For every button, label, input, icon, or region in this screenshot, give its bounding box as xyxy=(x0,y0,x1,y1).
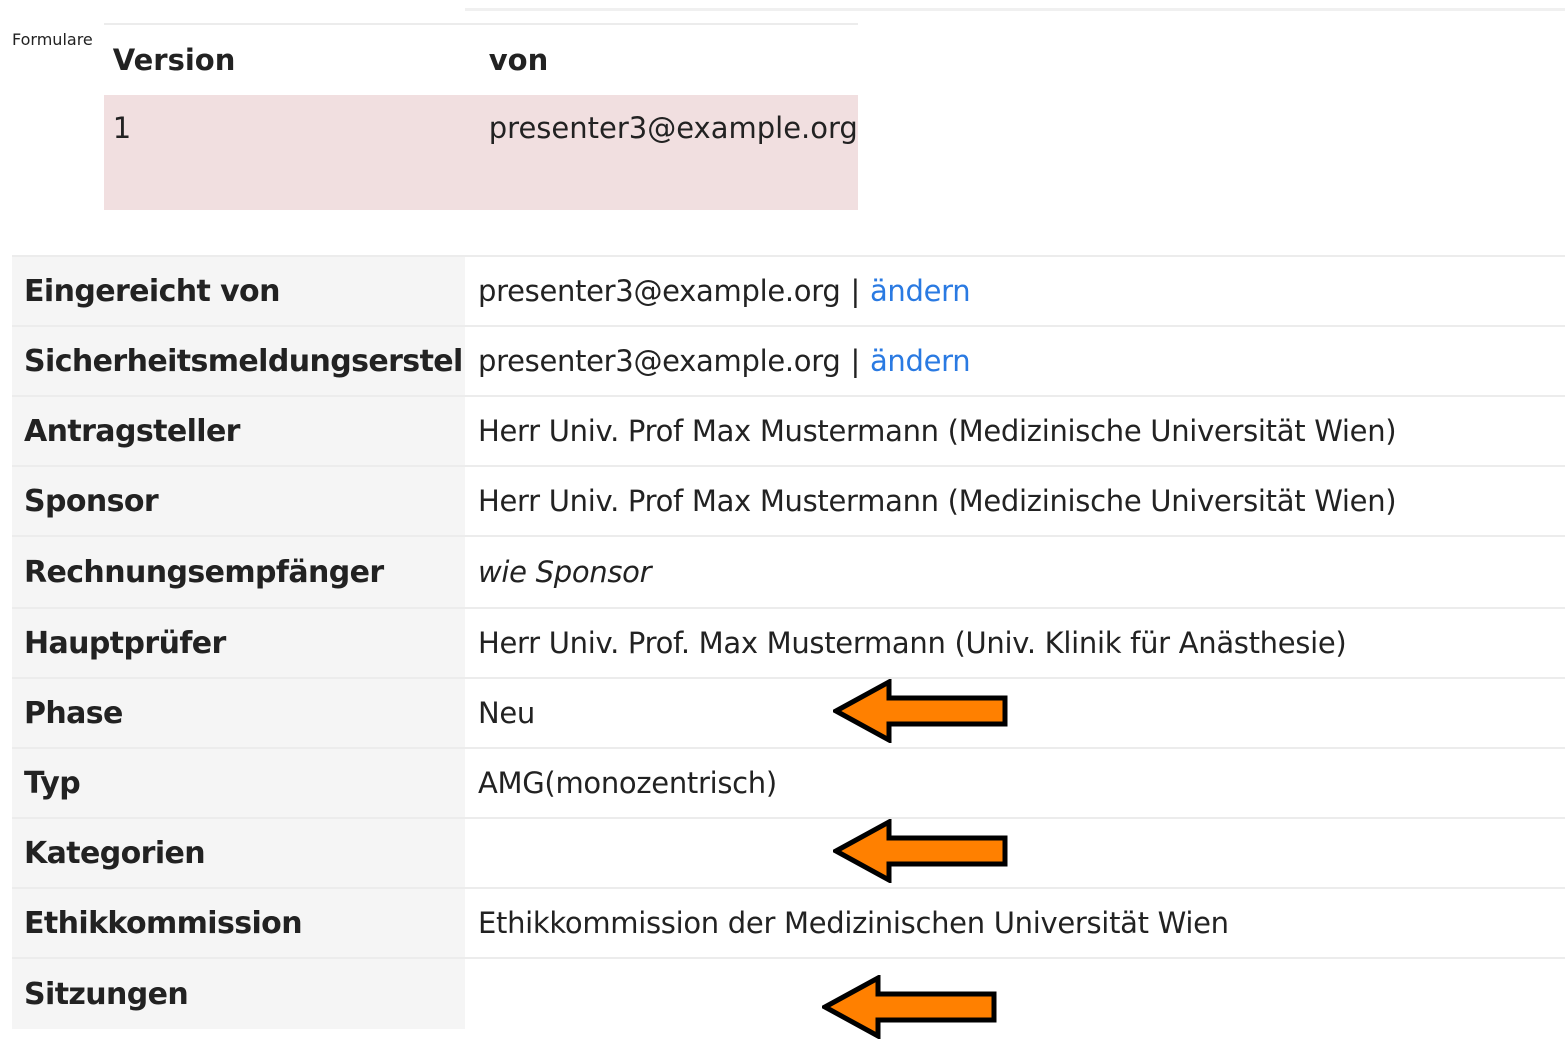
sponsor-row: Sponsor Herr Univ. Prof Max Mustermann (… xyxy=(12,465,1565,535)
left-arrow-icon xyxy=(833,819,1008,883)
ethik-label: Ethikkommission xyxy=(12,889,465,957)
typ-row: Typ AMG(monozentrisch) xyxy=(12,747,1565,817)
typ-label: Typ xyxy=(12,749,465,817)
sitzungen-value xyxy=(465,959,1565,1029)
ersteller-label: Sicherheitsmeldungsersteller xyxy=(12,327,465,395)
eingereicht-value: presenter3@example.org | ändern xyxy=(465,257,1565,325)
eingereicht-label: Eingereicht von xyxy=(12,257,465,325)
ersteller-email: presenter3@example.org xyxy=(478,344,841,378)
phase-label: Phase xyxy=(12,679,465,747)
eingereicht-email: presenter3@example.org xyxy=(478,274,841,308)
sitzungen-row: Sitzungen xyxy=(12,957,1565,1029)
kategorien-label: Kategorien xyxy=(12,819,465,887)
hauptpruefer-value: Herr Univ. Prof. Max Mustermann (Univ. K… xyxy=(478,626,1347,660)
formulare-value: Version von 1 presenter3@example.org xyxy=(93,10,858,254)
ethik-value: Ethikkommission der Medizinischen Univer… xyxy=(478,906,1229,940)
von-column-header: von xyxy=(488,43,549,77)
separator: | xyxy=(850,274,860,308)
table-row[interactable]: 1 presenter3@example.org xyxy=(103,95,858,210)
ersteller-value: presenter3@example.org | ändern xyxy=(465,327,1565,395)
formulare-label: Formulare xyxy=(12,30,93,49)
hauptpruefer-row: Hauptprüfer Herr Univ. Prof. Max Musterm… xyxy=(12,607,1565,677)
formulare-table: Version von 1 presenter3@example.org xyxy=(103,23,858,210)
kategorien-row: Kategorien xyxy=(12,817,1565,887)
ethik-row: Ethikkommission Ethikkommission der Medi… xyxy=(12,887,1565,957)
left-arrow-icon xyxy=(822,975,997,1039)
von-cell: presenter3@example.org xyxy=(488,111,858,145)
formulare-row: Formulare Version von 1 presenter3@examp… xyxy=(12,10,1565,254)
rechnung-row: Rechnungsempfänger wie Sponsor xyxy=(12,535,1565,607)
sitzungen-label: Sitzungen xyxy=(12,959,465,1029)
phase-value: Neu xyxy=(478,696,536,730)
ersteller-row: Sicherheitsmeldungsersteller presenter3@… xyxy=(12,325,1565,395)
ersteller-aendern-link[interactable]: ändern xyxy=(870,344,971,378)
antragsteller-value: Herr Univ. Prof Max Mustermann (Medizini… xyxy=(478,414,1397,448)
antragsteller-row: Antragsteller Herr Univ. Prof Max Muster… xyxy=(12,395,1565,465)
sponsor-value: Herr Univ. Prof Max Mustermann (Medizini… xyxy=(478,484,1397,518)
antragsteller-label: Antragsteller xyxy=(12,397,465,465)
rechnung-value: wie Sponsor xyxy=(478,555,652,589)
phase-row: Phase Neu xyxy=(12,677,1565,747)
separator: | xyxy=(850,344,860,378)
eingereicht-aendern-link[interactable]: ändern xyxy=(870,274,971,308)
sponsor-label: Sponsor xyxy=(12,467,465,535)
version-column-header: Version xyxy=(112,43,236,77)
eingereicht-row: Eingereicht von presenter3@example.org |… xyxy=(12,255,1565,325)
typ-value: AMG(monozentrisch) xyxy=(478,766,777,800)
left-arrow-icon xyxy=(833,679,1008,743)
rechnung-label: Rechnungsempfänger xyxy=(12,537,465,607)
table-header-row: Version von xyxy=(104,25,858,95)
kategorien-value xyxy=(465,819,1565,887)
hauptpruefer-label: Hauptprüfer xyxy=(12,609,465,677)
version-cell: 1 xyxy=(112,111,132,145)
